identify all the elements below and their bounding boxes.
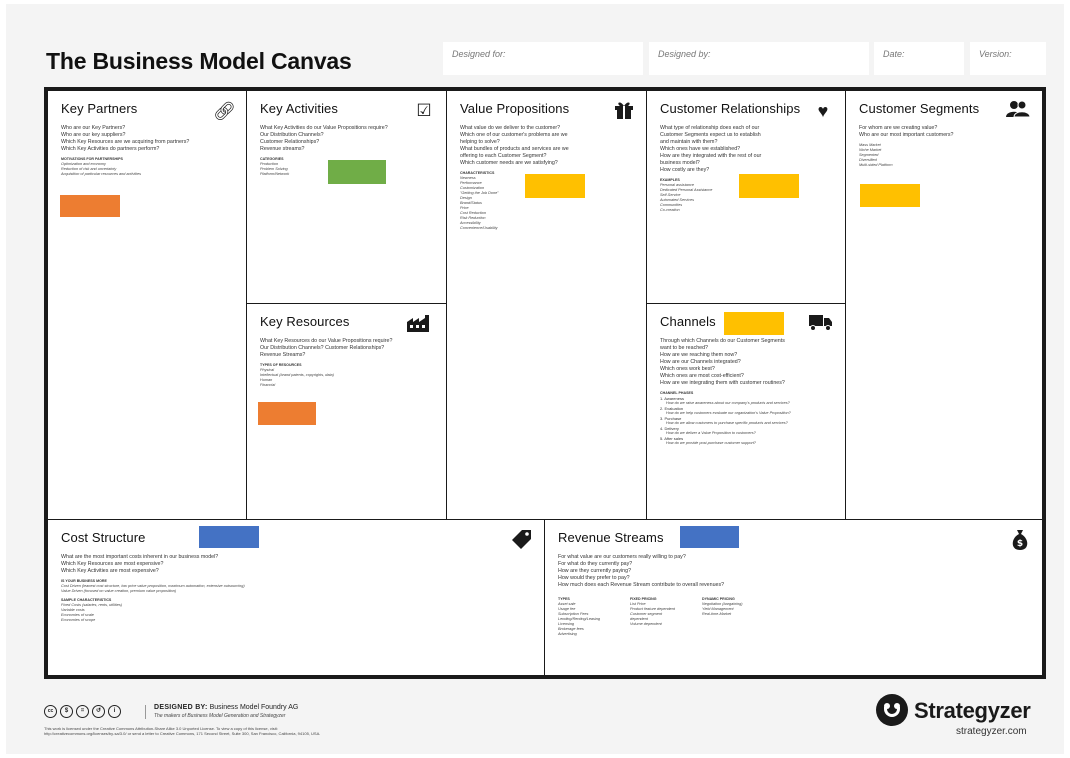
block-revenue-streams: Revenue Streams $ For what value are our…: [544, 519, 1043, 676]
strategyzer-logo-icon: [876, 694, 908, 726]
gift-icon: [613, 100, 635, 122]
version-field[interactable]: Version:: [970, 42, 1046, 75]
item-list: Cost Driven (leanest cost structure, low…: [61, 584, 245, 593]
sharealike-icon: ↺: [92, 705, 105, 718]
sticky-note-orange[interactable]: [258, 402, 316, 425]
noderivs-icon: =: [76, 705, 89, 718]
strategyzer-logo-text: Strategyzer: [914, 698, 1031, 723]
cc-icon: cc: [44, 705, 57, 718]
sticky-note-green[interactable]: [328, 160, 386, 184]
block-title: Revenue Streams: [558, 530, 664, 545]
svg-text:$: $: [1017, 539, 1023, 549]
link-icon: 🔗︎: [213, 101, 236, 121]
item-list: Mass Market Niche Market Segmented Diver…: [859, 143, 893, 167]
block-value-propositions: Value Propositions What value do we deli…: [446, 90, 647, 520]
truck-icon: [808, 313, 834, 335]
info-icon: i: [108, 705, 121, 718]
questions: What type of relationship does each of o…: [660, 125, 762, 173]
questions: Who are our Key Partners? Who are our ke…: [61, 125, 190, 152]
questions: For whom are we creating value? Who are …: [859, 125, 954, 138]
revenue-columns: TYPES Asset sale Usage fee Subscription …: [558, 593, 1029, 637]
attribution-icon: $: [60, 705, 73, 718]
questions: Through which Channels do our Customer S…: [660, 338, 785, 386]
item-list: Physical Intellectual (brand patents, co…: [260, 368, 334, 387]
fixed-pricing-column: FIXED PRICING List Price Product feature…: [630, 597, 675, 626]
dynamic-pricing-column: DYNAMIC PRICING Negotiation (bargaining)…: [702, 597, 743, 616]
factory-icon: [405, 313, 435, 335]
strategyzer-url[interactable]: strategyzer.com: [956, 726, 1027, 737]
block-channels: Channels Through which Channels do our C…: [646, 303, 846, 520]
questions: What Key Resources do our Value Proposit…: [260, 338, 393, 358]
date-field[interactable]: Date:: [874, 42, 964, 75]
license-badges: cc $ = ↺ i: [44, 705, 121, 718]
designed-for-field[interactable]: Designed for:: [443, 42, 643, 75]
block-key-activities: Key Activities ☑︎ What Key Activities do…: [246, 90, 447, 304]
channel-phases: 1. Awareness How do we raise awareness a…: [660, 396, 791, 445]
people-icon: [1005, 100, 1031, 122]
questions: What value do we deliver to the customer…: [460, 125, 569, 166]
sticky-note-yellow[interactable]: [724, 312, 784, 335]
questions: What are the most important costs inhere…: [61, 554, 219, 574]
types-column: TYPES Asset sale Usage fee Subscription …: [558, 597, 601, 636]
item-list-2: Fixed Costs (salaries, rents, utilities)…: [61, 603, 122, 622]
sticky-note-blue[interactable]: [680, 526, 739, 548]
block-title: Customer Segments: [859, 101, 980, 116]
block-title: Cost Structure: [61, 530, 146, 545]
sticky-note-orange[interactable]: [60, 195, 120, 217]
block-cost-structure: Cost Structure What are the most importa…: [47, 519, 545, 676]
tag-icon: [511, 529, 533, 551]
item-list: Optimization and economy Reduction of ri…: [61, 162, 141, 176]
license-text: This work is licensed under the Creative…: [44, 726, 321, 736]
heart-icon: ♥︎: [817, 101, 829, 121]
questions: What Key Activities do our Value Proposi…: [260, 125, 388, 152]
block-title: Value Propositions: [460, 101, 570, 116]
block-title: Customer Relationships: [660, 101, 801, 116]
questions: For what value are our customers really …: [558, 554, 725, 588]
designed-by-field[interactable]: Designed by:: [649, 42, 869, 75]
designed-by-credit: DESIGNED BY: Business Model Foundry AG: [154, 704, 299, 711]
page-title: The Business Model Canvas: [46, 48, 352, 74]
block-customer-segments: Customer Segments For whom are we creati…: [845, 90, 1043, 520]
checkbox-icon: ☑︎: [416, 101, 432, 120]
block-title: Key Partners: [61, 101, 138, 116]
block-title: Key Activities: [260, 101, 338, 116]
sticky-note-yellow[interactable]: [525, 174, 585, 198]
block-key-partners: Key Partners 🔗︎ Who are our Key Partners…: [47, 90, 247, 520]
makers-tagline: The makers of Business Model Generation …: [154, 713, 286, 719]
footer-divider: [145, 705, 146, 719]
sticky-note-yellow[interactable]: [739, 174, 799, 198]
sticky-note-blue[interactable]: [199, 526, 259, 548]
money-bag-icon: $: [1009, 529, 1031, 551]
sticky-note-yellow[interactable]: [860, 184, 920, 207]
